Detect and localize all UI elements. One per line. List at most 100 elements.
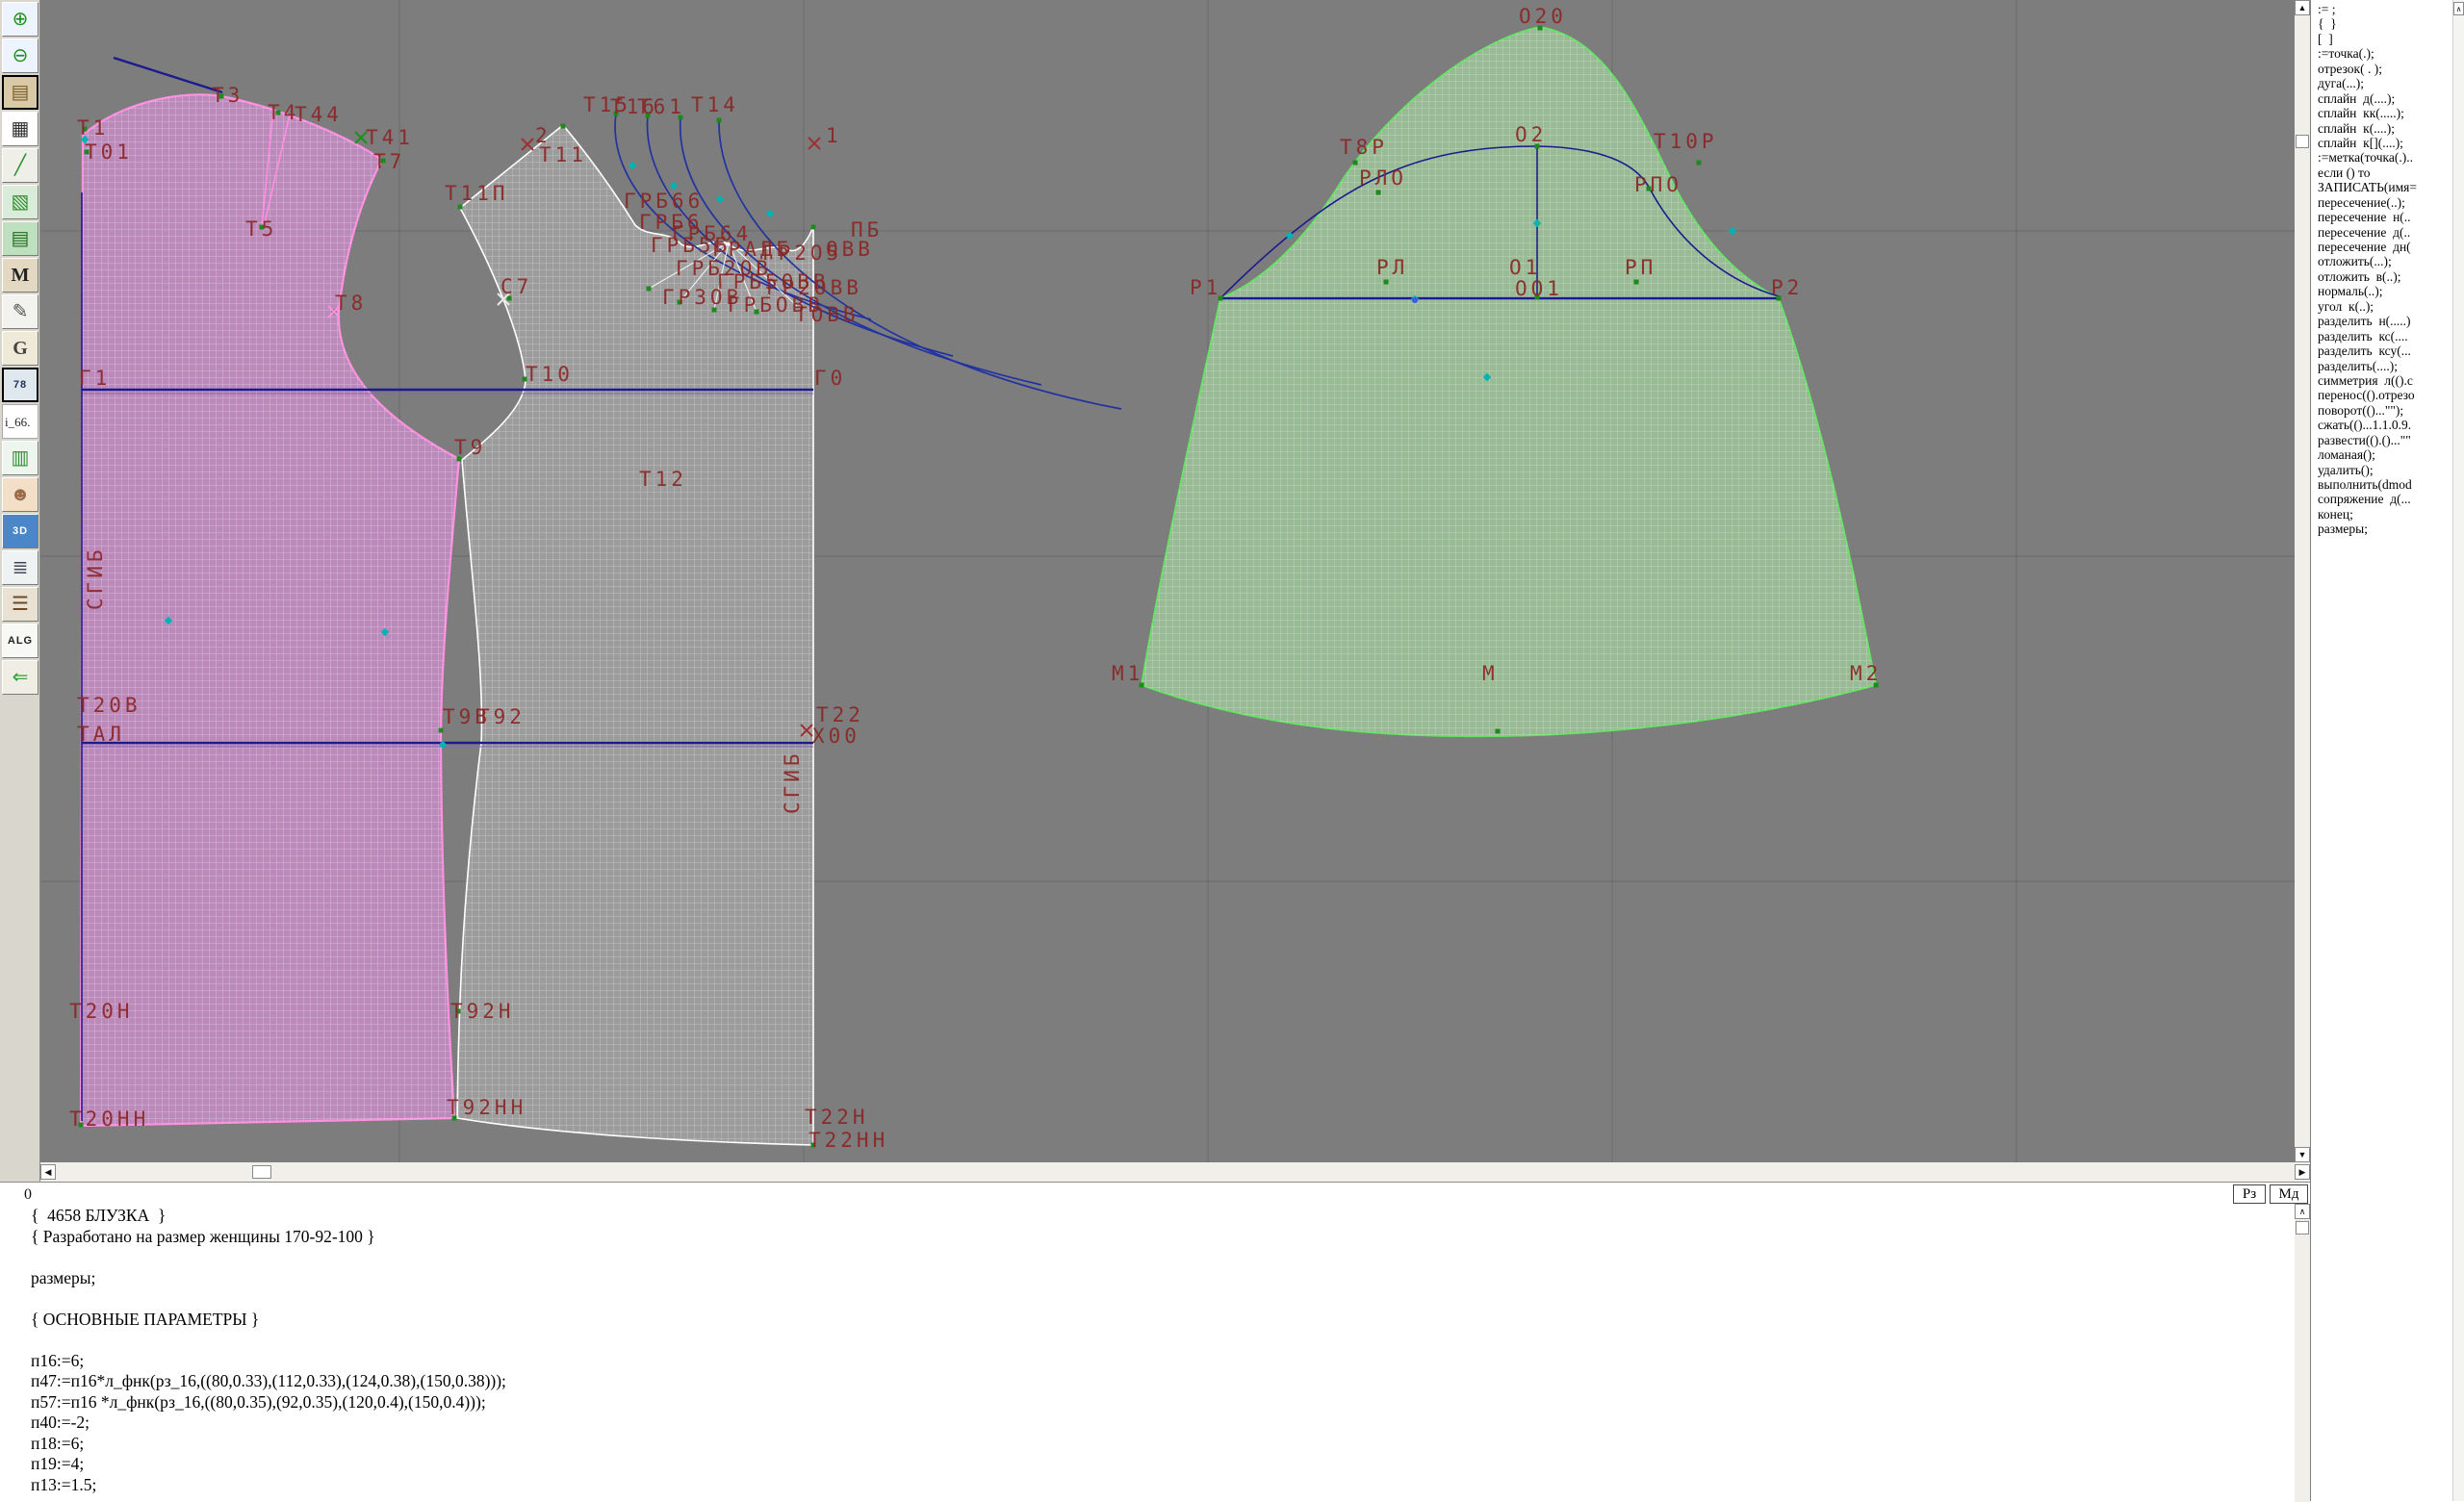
command-item[interactable]: ломаная(); (2318, 447, 2452, 462)
command-item[interactable]: нормаль(..); (2318, 284, 2452, 298)
command-item[interactable]: ЗАПИСАТЬ(имя= (2318, 180, 2452, 194)
pattern-point-label: Т3 (212, 84, 244, 107)
pattern-point-label: РЛ (1376, 256, 1408, 279)
zoom-in-icon[interactable]: ⊕ (2, 2, 38, 37)
threed-icon: 3D (12, 524, 29, 537)
measure-line-icon[interactable]: ╱ (2, 148, 38, 183)
command-item[interactable]: пересечение(..); (2318, 195, 2452, 210)
size-table-icon[interactable]: ▥ (2, 441, 38, 475)
threed-icon[interactable]: 3D (2, 514, 38, 548)
marker-m-icon[interactable]: M (2, 258, 38, 293)
command-item[interactable]: сплайн д(....); (2318, 91, 2452, 106)
pattern-point-label: Т1 (77, 116, 109, 140)
md-mode-button[interactable]: Мд (2270, 1184, 2308, 1204)
pattern-point-label: Т01 (85, 140, 133, 164)
i66-tile: i_66. (5, 414, 31, 429)
command-item[interactable]: сплайн кк(.....); (2318, 106, 2452, 120)
command-item[interactable]: выполнить(dmod (2318, 477, 2452, 492)
pattern-point-label: Т14 (691, 93, 739, 116)
command-item[interactable]: пересечение дн( (2318, 240, 2452, 254)
pattern-point-label: Т8Р (1340, 136, 1388, 159)
code-scroll-thumb[interactable] (2296, 1221, 2309, 1235)
command-scroll-up-icon[interactable]: ∧ (2453, 2, 2464, 15)
command-item[interactable]: разделить кс(.... (2318, 329, 2452, 344)
pattern-point-label: Т10Р (1654, 130, 1718, 153)
rz-mode-button[interactable]: Рз (2233, 1184, 2266, 1204)
command-item[interactable]: перенос(().отрезо (2318, 388, 2452, 402)
spec-list-icon[interactable]: ≣ (2, 550, 38, 585)
pattern-point-label: Т44 (295, 103, 343, 126)
command-item[interactable]: развести(().()..."" (2318, 433, 2452, 447)
command-item[interactable]: отложить(...); (2318, 254, 2452, 268)
command-item[interactable]: конец; (2318, 507, 2452, 522)
hscroll-thumb[interactable] (252, 1165, 271, 1179)
command-list: := ;{ }[ ]:=точка(.); отрезок( . ); дуга(.… (2318, 2, 2452, 537)
command-item[interactable]: удалить(); (2318, 463, 2452, 477)
pattern-point-label: РЛО (1359, 166, 1407, 190)
command-panel-scrollbar[interactable]: ∧ (2452, 0, 2464, 1501)
drafting-tools-icon[interactable]: ✎ (2, 294, 38, 329)
canvas-hscrollbar[interactable]: ◀ ▶ (40, 1162, 2310, 1182)
command-item[interactable]: поворот(()...""); (2318, 403, 2452, 418)
pattern-point-label: РПО (1634, 173, 1682, 196)
status-value: 0 (24, 1186, 32, 1203)
pattern-point-label: Т22 (816, 703, 864, 726)
scroll-up-icon[interactable]: ▲ (2295, 0, 2310, 15)
canvas-vscrollbar[interactable]: ▲ ▼ (2295, 0, 2310, 1162)
clear-icon[interactable]: ⇐ (2, 660, 38, 695)
command-item[interactable]: симметрия л(().с (2318, 373, 2452, 388)
scroll-right-icon[interactable]: ▶ (2295, 1164, 2310, 1180)
code-line: п47:=п16*л_фнк(рз_16,((80,0.33),(112,0.3… (31, 1371, 506, 1390)
command-item[interactable]: сопряжение д(... (2318, 492, 2452, 506)
piece-back-bodice[interactable] (79, 93, 461, 1128)
command-item[interactable]: := ; (2318, 2, 2452, 16)
command-item[interactable]: разделить ксу(... (2318, 344, 2452, 358)
vscroll-thumb[interactable] (2296, 135, 2309, 148)
command-item[interactable]: пересечение н(.. (2318, 210, 2452, 224)
command-item[interactable]: :=метка(точка(.).. (2318, 150, 2452, 165)
scroll-down-icon[interactable]: ▼ (2295, 1147, 2310, 1162)
command-item[interactable]: разделить(....); (2318, 359, 2452, 373)
command-item[interactable]: сплайн к[](....); (2318, 136, 2452, 150)
pattern-canvas[interactable]: Т1 Т01 Т3 Т4 Т44 Т41 Т7 Т5 Т8 Г1 Т20В ТАЛ Т20Н Т20НН Т… (40, 0, 2295, 1162)
command-item[interactable]: отрезок( . ); (2318, 62, 2452, 76)
command-item[interactable]: если () то (2318, 165, 2452, 180)
pattern-point-label: Т20Н (69, 1000, 134, 1023)
g-pencil-icon[interactable]: G (2, 331, 38, 366)
command-item[interactable]: сплайн к(....); (2318, 121, 2452, 136)
scroll-left-icon[interactable]: ◀ (40, 1164, 56, 1180)
code-vscrollbar[interactable]: ∧ (2295, 1204, 2310, 1502)
portrait-icon[interactable]: ☻ (2, 477, 38, 512)
grid-icon[interactable]: ▦ (2, 112, 38, 146)
command-item[interactable]: угол к(..); (2318, 299, 2452, 314)
drafting-tools-icon: ✎ (12, 301, 29, 322)
piece-sleeve[interactable] (1140, 26, 1878, 738)
sketch-page-icon[interactable]: ▧ (2, 185, 38, 219)
books-icon[interactable]: ☰ (2, 587, 38, 622)
i66-tile[interactable]: i_66. (2, 404, 38, 439)
command-item[interactable]: { } (2318, 16, 2452, 31)
code-scroll-up-icon[interactable]: ∧ (2295, 1204, 2310, 1219)
code-editor-panel[interactable]: 0 Рз Мд { 4658 БЛУЗКА }{ Разработано на … (0, 1182, 2310, 1502)
sheet-preview-icon[interactable]: ▤ (2, 75, 38, 110)
notebook-icon[interactable]: ▤ (2, 221, 38, 256)
command-item[interactable]: :=точка(.); (2318, 46, 2452, 61)
portrait-icon: ☻ (10, 484, 31, 505)
calculator-icon[interactable]: 78 (2, 368, 38, 402)
pattern-point-label: Т11П (445, 182, 509, 205)
pattern-point-label: Т41 (366, 126, 414, 149)
alg-icon[interactable]: ALG (2, 624, 38, 658)
command-item[interactable]: дуга(...); (2318, 76, 2452, 90)
command-item[interactable]: пересечение д(.. (2318, 225, 2452, 240)
command-item[interactable]: сжать(()...1.1.0.9. (2318, 418, 2452, 432)
pattern-point-label: Т10 (526, 363, 574, 386)
command-item[interactable]: разделить н(.....) (2318, 314, 2452, 328)
code-text[interactable]: { 4658 БЛУЗКА }{ Разработано на размер ж… (31, 1206, 506, 1495)
command-item[interactable]: [ ] (2318, 32, 2452, 46)
command-item[interactable]: размеры; (2318, 522, 2452, 536)
size-table-icon: ▥ (11, 447, 30, 469)
zoom-out-icon[interactable]: ⊖ (2, 38, 38, 73)
command-item[interactable]: отложить в(..); (2318, 269, 2452, 284)
pattern-point-label: О2 (1515, 123, 1547, 146)
